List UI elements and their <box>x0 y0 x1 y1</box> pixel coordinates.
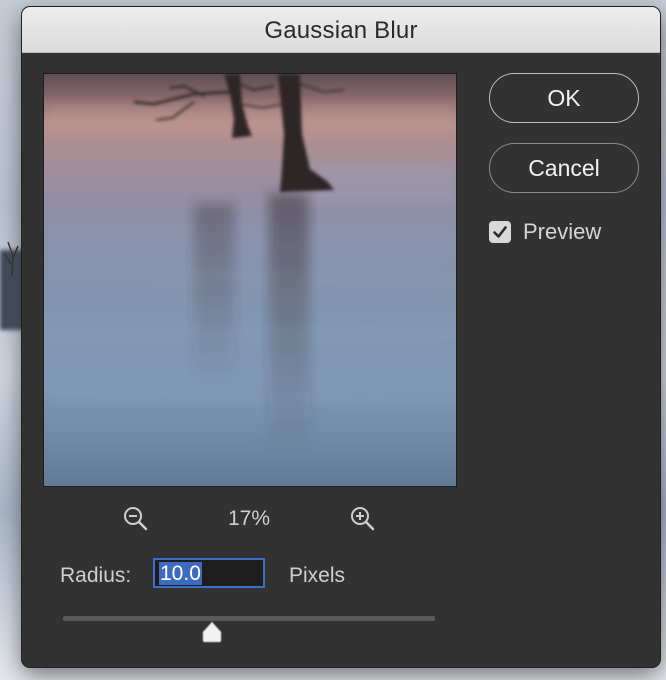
dialog-title: Gaussian Blur <box>264 16 418 44</box>
background-branch <box>4 241 19 276</box>
dialog-titlebar[interactable]: Gaussian Blur <box>22 7 660 53</box>
radius-input[interactable]: 10.0 <box>153 558 265 588</box>
ok-button[interactable]: OK <box>489 73 639 123</box>
preview-checkbox-row[interactable]: Preview <box>489 219 601 245</box>
zoom-level: 17% <box>227 507 271 530</box>
pixels-unit-label: Pixels <box>289 564 346 587</box>
gaussian-blur-dialog: Gaussian Blur 17% Radius: 10.0 Pixels OK… <box>22 7 660 667</box>
preview-label: Preview <box>523 219 602 244</box>
preview-checkbox[interactable] <box>489 221 511 243</box>
checkmark-icon <box>493 226 507 238</box>
slider-thumb[interactable] <box>200 620 224 644</box>
zoom-in-icon[interactable] <box>348 504 378 534</box>
zoom-controls: 17% <box>22 504 477 534</box>
preview-image[interactable] <box>43 73 457 487</box>
zoom-out-icon[interactable] <box>121 504 151 534</box>
cancel-button[interactable]: Cancel <box>489 143 639 193</box>
radius-slider[interactable] <box>63 612 437 644</box>
preview-scene <box>44 74 456 454</box>
slider-track[interactable] <box>63 616 435 621</box>
radius-value: 10.0 <box>159 562 202 585</box>
radius-row: Radius: 10.0 Pixels <box>60 558 460 592</box>
radius-label: Radius: <box>60 564 132 587</box>
